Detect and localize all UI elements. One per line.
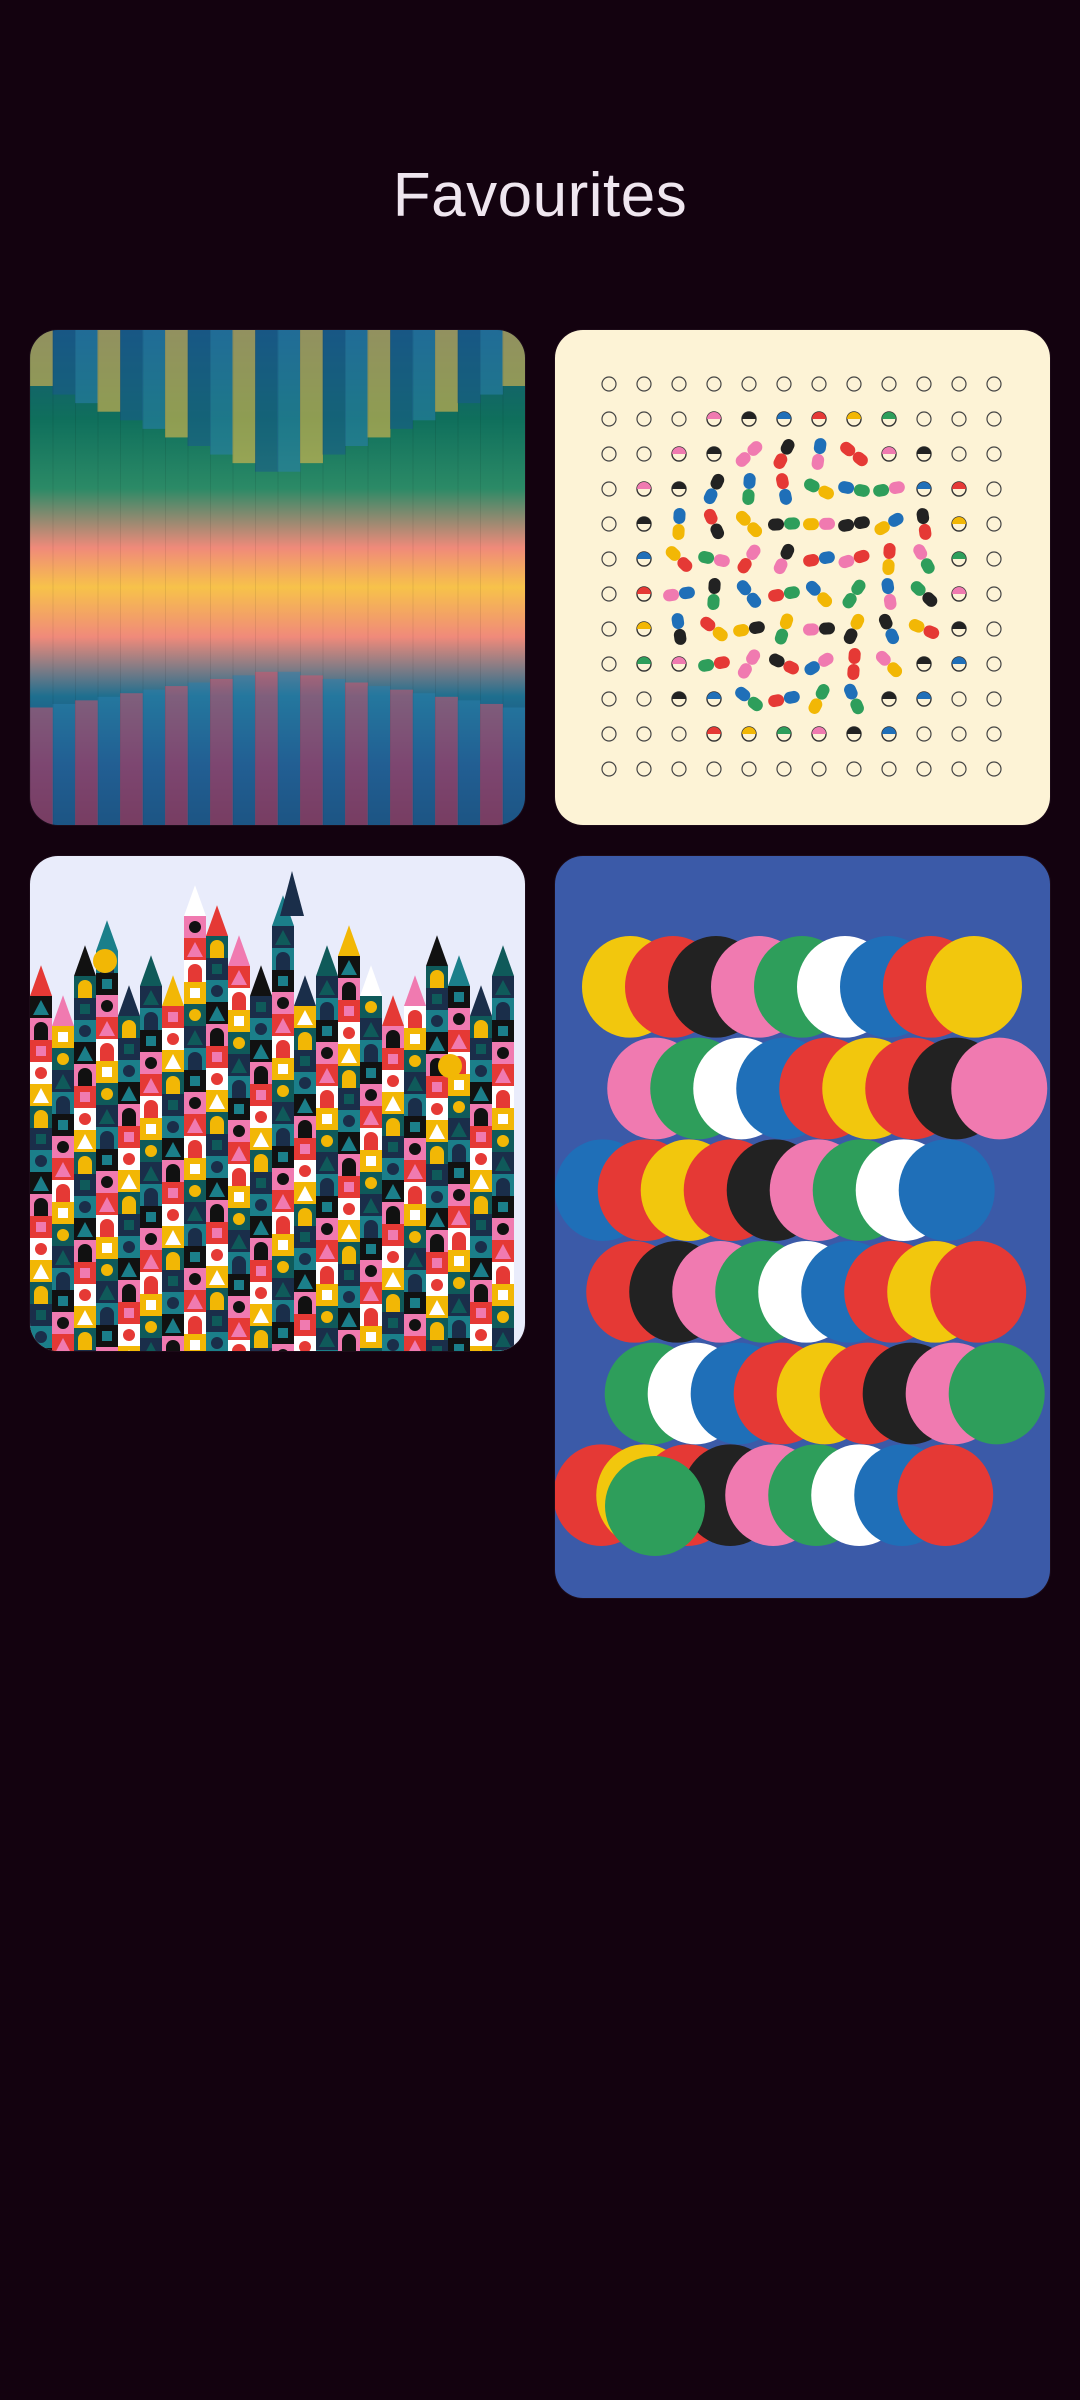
favourite-card-wave-gradient[interactable] [30,330,525,825]
curvy-stripes-artwork [555,856,1050,1598]
geometric-city-artwork [30,856,525,1351]
page-title: Favourites [392,161,688,230]
favourite-card-curvy-stripes[interactable] [555,856,1050,1598]
capsule-dots-artwork [555,330,1050,825]
favourite-card-capsule-dots[interactable] [555,330,1050,825]
favourite-card-geometric-city[interactable] [30,856,525,1351]
wave-gradient-artwork [30,330,525,825]
